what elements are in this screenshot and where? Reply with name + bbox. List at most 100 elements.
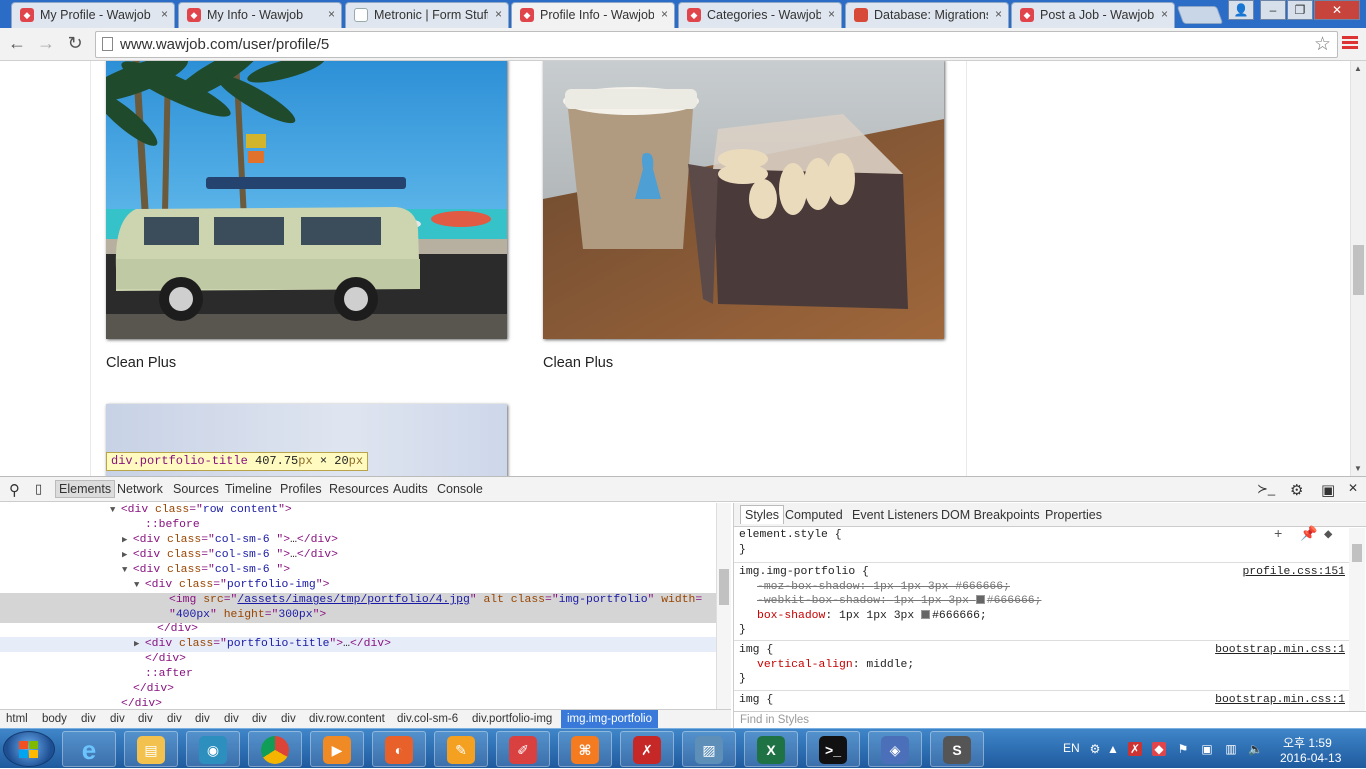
elements-tree[interactable]: ▼ <div class="row content">::before▶ <di… xyxy=(0,503,731,709)
devtools-tab-network[interactable]: Network xyxy=(117,482,163,496)
browser-tab[interactable]: Metronic | Form Stuff × xyxy=(345,2,509,28)
browser-tab[interactable]: ◆ Categories - Wawjob × xyxy=(678,2,842,28)
breadcrumb-item[interactable]: div xyxy=(252,713,267,725)
gear-icon[interactable]: ⚙ xyxy=(1290,481,1303,499)
console-drawer-icon[interactable]: ≻_ xyxy=(1257,481,1275,497)
devtools-tab-audits[interactable]: Audits xyxy=(393,482,428,496)
element-style-selector[interactable]: element.style { xyxy=(739,528,1349,543)
taskbar-app-button[interactable]: ▨ xyxy=(682,731,736,767)
breadcrumb-item[interactable]: div xyxy=(195,713,210,725)
expand-triangle-icon[interactable]: ▶ xyxy=(122,550,133,560)
img-portfolio-rule[interactable]: img.img-portfolio { profile.css:151 -moz… xyxy=(734,565,1349,641)
img-rule[interactable]: img { bootstrap.min.css:1 vertical-align… xyxy=(734,643,1349,691)
element-state-icon[interactable]: ◆ xyxy=(1324,528,1332,543)
browser-tab[interactable]: ◆ My Info - Wawjob × xyxy=(178,2,342,28)
dom-node[interactable]: ▼ <div class="col-sm-6 "> xyxy=(0,563,716,578)
dom-node[interactable]: ▼ <div class="portfolio-img"> xyxy=(0,578,716,593)
collapse-triangle-icon[interactable]: ▼ xyxy=(110,505,121,515)
dom-node[interactable]: ▶ <div class="portfolio-title">…</div> xyxy=(0,637,716,652)
dom-node[interactable]: </div> xyxy=(0,652,716,667)
start-button[interactable] xyxy=(3,731,55,767)
device-mode-icon[interactable]: ▯ xyxy=(35,481,42,497)
dom-token[interactable]: /assets/images/tmp/portfolio/4.jpg xyxy=(237,594,469,606)
taskbar-app-button[interactable]: ✐ xyxy=(496,731,550,767)
taskbar-app-button[interactable]: ✎ xyxy=(434,731,488,767)
back-icon[interactable]: ← xyxy=(5,32,29,56)
breadcrumb-item[interactable]: div xyxy=(110,713,125,725)
address-bar[interactable]: www.wawjob.com/user/profile/5 ☆ xyxy=(95,31,1338,58)
minimize-button[interactable]: – xyxy=(1260,0,1286,20)
breadcrumb-item[interactable]: div.row.content xyxy=(309,713,385,725)
devtools-tab-sources[interactable]: Sources xyxy=(173,482,219,496)
taskbar-app-button[interactable]: >_ xyxy=(806,731,860,767)
breadcrumb-item[interactable]: body xyxy=(42,713,67,725)
chrome-menu-icon[interactable] xyxy=(1342,36,1358,52)
styles-tab-computed[interactable]: Computed xyxy=(785,508,843,522)
taskbar-app-button[interactable] xyxy=(248,731,302,767)
breadcrumb-item[interactable]: img.img-portfolio xyxy=(561,710,658,729)
forward-icon[interactable]: → xyxy=(34,32,58,56)
taskbar-app-button[interactable]: e xyxy=(62,731,116,767)
taskbar-app-button[interactable]: ⌘ xyxy=(558,731,612,767)
url-text[interactable]: www.wawjob.com/user/profile/5 xyxy=(120,36,329,53)
tab-close-icon[interactable]: × xyxy=(828,7,835,21)
new-tab-button[interactable] xyxy=(1176,6,1224,24)
scroll-down-icon[interactable]: ▼ xyxy=(1354,464,1362,473)
devtools-tab-resources[interactable]: Resources xyxy=(329,482,389,496)
page-scrollbar-thumb[interactable] xyxy=(1353,245,1364,295)
device-icon[interactable]: ▣ xyxy=(1200,742,1214,756)
reload-icon[interactable]: ↻ xyxy=(63,32,87,56)
elements-scrollbar[interactable] xyxy=(716,503,731,709)
browser-tab[interactable]: ◆ Profile Info - Wawjob × xyxy=(511,2,675,29)
style-declaration[interactable]: -moz-box-shadow: 1px 1px 3px #666666; xyxy=(739,580,1349,595)
search-icon[interactable]: ⚲ xyxy=(9,481,20,499)
dom-node[interactable]: <img src="/assets/images/tmp/portfolio/4… xyxy=(0,593,716,623)
flag-icon[interactable]: ⚑ xyxy=(1176,742,1190,756)
user-icon[interactable]: 👤 xyxy=(1228,0,1254,20)
find-in-styles-input[interactable]: Find in Styles xyxy=(734,711,1366,729)
taskbar-app-button[interactable]: X xyxy=(744,731,798,767)
collapse-triangle-icon[interactable]: ▼ xyxy=(134,580,145,590)
show-hidden-icons[interactable]: ▲ xyxy=(1106,742,1120,756)
breadcrumb-item[interactable]: div xyxy=(224,713,239,725)
breadcrumb-item[interactable]: div xyxy=(281,713,296,725)
breadcrumb-item[interactable]: div xyxy=(81,713,96,725)
expand-triangle-icon[interactable]: ▶ xyxy=(134,639,145,649)
tab-close-icon[interactable]: × xyxy=(328,7,335,21)
close-window-button[interactable]: ✕ xyxy=(1314,0,1360,20)
breadcrumb-item[interactable]: div xyxy=(138,713,153,725)
browser-tab[interactable]: ◆ My Profile - Wawjob × xyxy=(11,2,175,28)
dom-node[interactable]: ::after xyxy=(0,667,716,682)
tab-close-icon[interactable]: × xyxy=(495,7,502,21)
dom-node[interactable]: ::before xyxy=(0,518,716,533)
browser-tab[interactable]: Database: Migrations × xyxy=(845,2,1009,28)
taskbar-app-button[interactable]: ✗ xyxy=(620,731,674,767)
breadcrumb-item[interactable]: div.portfolio-img xyxy=(472,713,552,725)
styles-tab-styles[interactable]: Styles xyxy=(740,505,785,524)
styles-tab-dom-breakpoints[interactable]: DOM Breakpoints xyxy=(941,508,1040,522)
new-style-rule-icon[interactable]: + xyxy=(1274,528,1282,543)
style-declaration[interactable]: box-shadow: 1px 1px 3px #666666; xyxy=(739,609,1349,624)
devtools-tab-console[interactable]: Console xyxy=(437,482,483,496)
taskbar-app-button[interactable]: S xyxy=(930,731,984,767)
img-rule-2[interactable]: img { bootstrap.min.css:1 xyxy=(734,693,1349,711)
portfolio-image-van[interactable] xyxy=(106,61,507,339)
clock-date[interactable]: 2016-04-13 xyxy=(1280,751,1341,765)
color-swatch-icon[interactable] xyxy=(975,595,985,604)
styles-scrollbar-thumb[interactable] xyxy=(1352,544,1362,562)
rule-source-link[interactable]: bootstrap.min.css:1 xyxy=(1215,693,1345,708)
style-declaration[interactable]: vertical-align: middle; xyxy=(739,658,1349,673)
dom-node[interactable]: ▼ <div class="row content"> xyxy=(0,503,716,518)
language-indicator[interactable]: EN xyxy=(1063,741,1080,755)
taskbar-app-button[interactable]: ▶ xyxy=(310,731,364,767)
taskbar-app-button[interactable]: ◐ xyxy=(372,731,426,767)
tab-close-icon[interactable]: × xyxy=(1161,7,1168,21)
restore-button[interactable]: ❐ xyxy=(1287,0,1313,20)
element-style-rule[interactable]: element.style { } + 📌 ◆ xyxy=(734,528,1349,563)
devtools-tab-elements[interactable]: Elements xyxy=(55,480,116,498)
rule-source-link[interactable]: bootstrap.min.css:1 xyxy=(1215,643,1345,658)
breadcrumb-item[interactable]: html xyxy=(6,713,28,725)
rule-source-link[interactable]: profile.css:151 xyxy=(1242,565,1345,580)
dom-node[interactable]: </div> xyxy=(0,682,716,697)
style-declaration[interactable]: -webkit-box-shadow: 1px 1px 3px #666666; xyxy=(739,594,1349,609)
